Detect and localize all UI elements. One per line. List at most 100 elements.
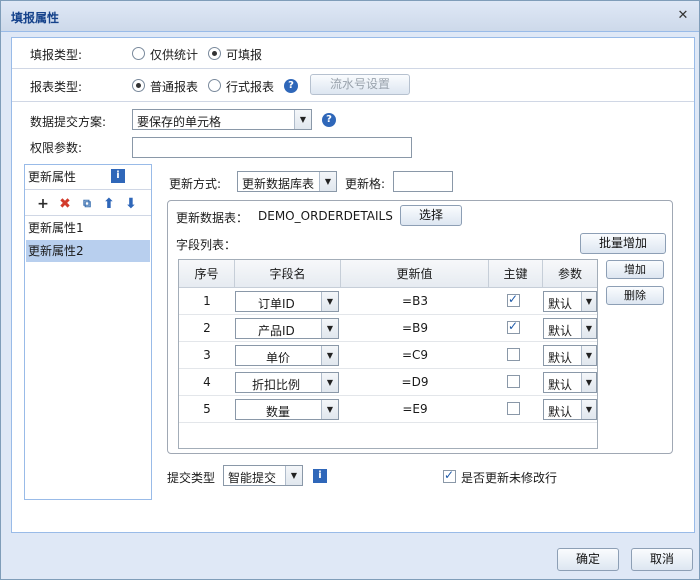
update-unmodified-checkbox[interactable] [443, 468, 456, 483]
chevron-down-icon[interactable]: ▼ [581, 373, 596, 392]
field-name-value: 数量 [266, 405, 291, 419]
update-value[interactable]: =E9 [341, 396, 489, 423]
param-value: 默认 [548, 324, 573, 338]
param-value: 默认 [548, 297, 573, 311]
radio-stats-only-label: 仅供统计 [150, 48, 199, 62]
copy-icon[interactable]: ⧉ [79, 196, 95, 212]
chevron-down-icon[interactable]: ▼ [581, 292, 596, 311]
primary-key-checkbox[interactable] [507, 375, 520, 388]
dialog-footer: 确定 取消 [1, 538, 699, 580]
field-name-value: 单价 [266, 351, 291, 365]
update-mode-select[interactable]: 更新数据库表 ▼ [237, 171, 337, 192]
list-item[interactable]: 更新属性1 [26, 217, 150, 239]
submit-scheme-select[interactable]: 要保存的单元格 ▼ [132, 109, 312, 130]
submit-type-value: 智能提交 [228, 471, 277, 485]
table-row[interactable]: 1 订单ID ▼ =B3 默认 ▼ [179, 288, 597, 315]
list-item[interactable]: 更新属性2 [26, 240, 150, 262]
field-name-select[interactable]: 折扣比例 ▼ [235, 372, 339, 393]
chevron-down-icon[interactable]: ▼ [581, 346, 596, 365]
chevron-down-icon[interactable]: ▼ [285, 466, 302, 485]
table-row[interactable]: 4 折扣比例 ▼ =D9 默认 ▼ [179, 369, 597, 396]
divider [25, 215, 151, 216]
radio-normal-report-label: 普通报表 [150, 80, 199, 94]
column-header[interactable]: 主键 [489, 260, 543, 288]
update-cell-input[interactable] [393, 171, 453, 192]
radio-fillable-label: 可填报 [226, 48, 263, 62]
radio-row-report[interactable] [208, 79, 221, 92]
chevron-down-icon[interactable]: ▼ [321, 373, 338, 392]
report-type-label: 报表类型: [30, 80, 83, 94]
field-name-value: 产品ID [258, 324, 295, 338]
update-table-name: DEMO_ORDERDETAILS [258, 209, 393, 223]
param-select[interactable]: 默认 ▼ [543, 318, 597, 339]
param-select[interactable]: 默认 ▼ [543, 399, 597, 420]
move-up-icon[interactable]: ⬆ [101, 196, 117, 212]
radio-row-report-label: 行式报表 [226, 80, 275, 94]
serial-number-button[interactable]: 流水号设置 [310, 74, 410, 95]
delete-field-button[interactable]: 删除 [606, 286, 664, 305]
move-down-icon[interactable]: ⬇ [123, 196, 139, 212]
update-config-panel: 更新方式: 更新数据库表 ▼ 更新格: 更新数据表： DEMO_ORDERDET… [157, 164, 695, 498]
chevron-down-icon[interactable]: ▼ [319, 172, 336, 191]
row-number: 5 [203, 402, 211, 416]
chevron-down-icon[interactable]: ▼ [321, 346, 338, 365]
field-name-select[interactable]: 订单ID ▼ [235, 291, 339, 312]
divider [12, 68, 694, 69]
submit-type-label: 提交类型 [167, 471, 216, 485]
chevron-down-icon[interactable]: ▼ [321, 319, 338, 338]
batch-add-button[interactable]: 批量增加 [580, 233, 666, 254]
radio-normal-report[interactable] [132, 79, 145, 92]
add-field-button[interactable]: 增加 [606, 260, 664, 279]
cancel-button[interactable]: 取消 [631, 548, 693, 571]
field-name-select[interactable]: 产品ID ▼ [235, 318, 339, 339]
column-header[interactable]: 参数 [543, 260, 597, 288]
param-select[interactable]: 默认 ▼ [543, 345, 597, 366]
primary-key-checkbox[interactable] [507, 348, 520, 361]
help-icon[interactable]: ? [284, 79, 298, 93]
update-value[interactable]: =D9 [341, 369, 489, 396]
info-icon[interactable]: i [313, 469, 327, 483]
param-select[interactable]: 默认 ▼ [543, 291, 597, 312]
update-value[interactable]: =B9 [341, 315, 489, 342]
table-row[interactable]: 3 单价 ▼ =C9 默认 ▼ [179, 342, 597, 369]
primary-key-checkbox[interactable] [507, 319, 520, 334]
chevron-down-icon[interactable]: ▼ [294, 110, 311, 129]
submit-scheme-value: 要保存的单元格 [137, 115, 222, 129]
radio-stats-only[interactable] [132, 47, 145, 60]
help-icon[interactable]: ? [322, 113, 336, 127]
column-header[interactable]: 序号 [179, 260, 235, 288]
divider [25, 189, 151, 190]
add-icon[interactable]: + [35, 196, 51, 212]
ok-button[interactable]: 确定 [557, 548, 619, 571]
chevron-down-icon[interactable]: ▼ [321, 400, 338, 419]
param-select[interactable]: 默认 ▼ [543, 372, 597, 393]
chevron-down-icon[interactable]: ▼ [321, 292, 338, 311]
main-panel: 填报类型: 仅供统计 可填报 报表类型: 普通报表 行式报表 ? 流水号设置 数… [11, 37, 695, 533]
update-attrs-header: 更新属性 i [25, 165, 151, 187]
field-name-select[interactable]: 数量 ▼ [235, 399, 339, 420]
row-number: 1 [203, 294, 211, 308]
primary-key-checkbox[interactable] [507, 292, 520, 307]
submit-scheme-label: 数据提交方案: [30, 115, 107, 129]
info-icon[interactable]: i [111, 169, 125, 183]
update-value[interactable]: =C9 [341, 342, 489, 369]
submit-type-select[interactable]: 智能提交 ▼ [223, 465, 303, 486]
column-header[interactable]: 更新值 [341, 260, 489, 288]
chevron-down-icon[interactable]: ▼ [581, 319, 596, 338]
title-bar: 填报属性 ✕ [1, 1, 699, 32]
field-name-select[interactable]: 单价 ▼ [235, 345, 339, 366]
row-number: 2 [203, 321, 211, 335]
radio-fillable[interactable] [208, 47, 221, 60]
field-list-label: 字段列表： [176, 238, 237, 252]
field-grid: 序号 字段名 更新值 主键 参数 1 订单ID ▼ =B3 ✓ 默认 ▼ 2 产… [178, 259, 598, 449]
close-icon[interactable]: ✕ [675, 8, 691, 24]
update-value[interactable]: =B3 [341, 288, 489, 315]
permission-input[interactable] [132, 137, 412, 158]
select-table-button[interactable]: 选择 [400, 205, 462, 226]
chevron-down-icon[interactable]: ▼ [581, 400, 596, 419]
delete-icon[interactable]: ✖ [57, 196, 73, 212]
table-row[interactable]: 2 产品ID ▼ =B9 默认 ▼ [179, 315, 597, 342]
column-header[interactable]: 字段名 [235, 260, 341, 288]
table-row[interactable]: 5 数量 ▼ =E9 默认 ▼ [179, 396, 597, 423]
primary-key-checkbox[interactable] [507, 402, 520, 415]
